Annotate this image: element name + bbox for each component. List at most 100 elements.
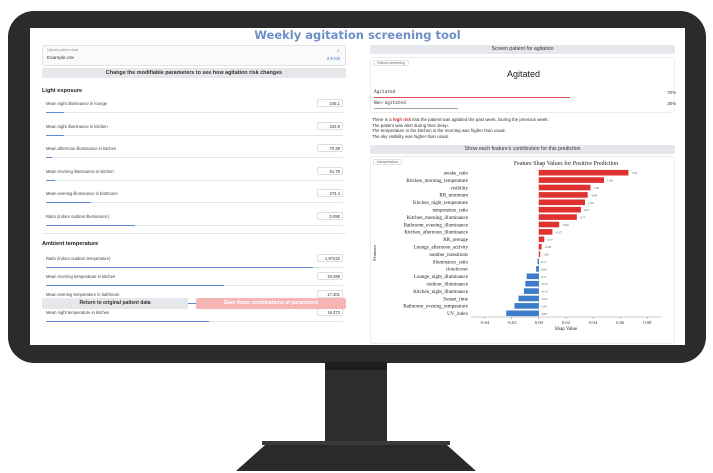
slider-value-input[interactable]: 245.1 xyxy=(317,99,343,107)
shap-value-label: -0.87 xyxy=(541,312,548,316)
shap-bar xyxy=(518,295,539,302)
slider-label: Mean morning temperature in kitchen xyxy=(46,274,116,279)
feature-label: Kitchen_afternoon_illuminance xyxy=(404,231,468,236)
section-divider xyxy=(42,233,346,234)
feature-label: number_transitions xyxy=(429,253,468,258)
app-title: Weekly agitation screening tool xyxy=(254,28,461,42)
interpretation-card: Interpretation Feature Shap Values for P… xyxy=(370,156,675,344)
slider-value-input[interactable]: 19.372 xyxy=(317,308,343,316)
shap-value-label: 1.36 xyxy=(588,201,594,205)
patient-screening-tab: Patient screening xyxy=(373,60,409,66)
shap-value-label: -0.10 xyxy=(541,290,548,294)
y-axis-label: Features xyxy=(372,245,377,261)
feature-label: RR_average xyxy=(443,238,468,243)
shap-bar xyxy=(538,214,577,220)
slider-value-input[interactable]: 0.090 xyxy=(317,211,343,220)
probability-bar xyxy=(374,108,458,110)
return-original-button[interactable]: Return to original patient data xyxy=(42,298,188,309)
slider-value-input[interactable]: 1.97232 xyxy=(317,254,343,262)
shap-chart: Feature Shap Values for Positive Predict… xyxy=(372,160,661,332)
shap-bar xyxy=(538,221,560,228)
risk-text: There is a xyxy=(372,117,393,122)
shap-value-label: -0.62 xyxy=(541,297,548,301)
slider-value-input[interactable]: 17.301 xyxy=(317,290,343,298)
shap-value-label: -0.64 xyxy=(591,193,598,197)
slider-value-input[interactable]: 222.9 xyxy=(317,121,343,130)
prediction-result: Agitated xyxy=(506,69,541,79)
slider-value-input[interactable]: 81.78 xyxy=(317,166,343,175)
feature-label: outdoor_illuminance xyxy=(426,283,468,288)
feature-label: cloudcover xyxy=(446,268,469,273)
shap-bar xyxy=(538,251,541,257)
slider-value-input[interactable]: 19.289 xyxy=(317,272,343,280)
x-tick-label: 0.08 xyxy=(643,320,652,325)
slider-track[interactable] xyxy=(46,112,343,114)
light-slider[interactable]: Mean afternoon illuminance in kitchen 70.… xyxy=(42,144,346,160)
slider-value-input[interactable]: 274.4 xyxy=(317,189,343,197)
x-tick-label: 0.04 xyxy=(589,320,598,325)
probability-row-agitated: Agitated 70% xyxy=(371,89,676,99)
light-slider[interactable]: Ratio (indoor outdoor illuminance) 0.090 xyxy=(42,211,346,228)
light-slider[interactable]: Mean morning illuminance in kitchen 81.78 xyxy=(42,166,346,183)
temperature-slider[interactable]: Mean morning temperature in kitchen 19.28… xyxy=(42,272,346,288)
slider-track[interactable] xyxy=(46,157,343,159)
shap-bar xyxy=(523,288,539,294)
close-icon[interactable]: ✕ xyxy=(337,48,340,53)
ambient-temperature-heading: Ambient temperature xyxy=(42,241,99,247)
slider-track[interactable] xyxy=(46,179,343,181)
parameters-panel: Upload patient data ✕ Example.csv 2.5 KB… xyxy=(42,45,346,323)
x-tick-label: 0.06 xyxy=(616,320,625,325)
light-slider[interactable]: Mean night illuminance in lounge 245.1 xyxy=(42,99,346,115)
light-slider[interactable]: Mean evening illuminance in bathroom 274.… xyxy=(42,189,346,205)
feature-label: Bathroom_evening_illuminance xyxy=(404,223,469,228)
shap-value-label: 0.17 xyxy=(541,260,547,264)
slider-label: Mean morning illuminance in kitchen xyxy=(46,168,114,174)
feature-label: Lounge_night_illuminance xyxy=(414,275,469,280)
shap-bar xyxy=(537,258,539,265)
slider-label: Mean night illuminance in lounge xyxy=(46,101,107,106)
feature-label: Kitchen_night_illuminance xyxy=(413,290,468,295)
feature-label: Bathroom_evening_temperature xyxy=(403,305,468,310)
feature-label: UV_index xyxy=(447,312,468,317)
shap-value-label: 0.17 xyxy=(541,275,547,279)
slider-track[interactable] xyxy=(46,202,343,204)
shap-bar xyxy=(514,303,539,309)
probability-value: 30% xyxy=(667,101,676,106)
feature-contribution-header[interactable]: Show each feature's contribution for thi… xyxy=(370,145,675,154)
slider-label: Mean evening temperature in bathroom xyxy=(46,292,120,297)
shap-value-label: 1.60 xyxy=(543,253,549,257)
light-slider[interactable]: Mean night illuminance in kitchen 222.9 xyxy=(42,121,346,138)
shap-value-label: 1.40 xyxy=(607,179,613,183)
risk-narrative: There is a high risk that the patient wa… xyxy=(372,117,675,139)
narrative-line: The sky visibility was higher than usual… xyxy=(372,133,449,139)
slider-fill xyxy=(46,179,55,181)
probability-label: Non-agitated xyxy=(374,101,406,106)
slider-track[interactable] xyxy=(46,134,343,136)
x-tick-label: -0.02 xyxy=(507,320,517,325)
risk-text: that the patient was agitated the past w… xyxy=(411,117,549,122)
screen-patient-header[interactable]: Screen patient for agitation xyxy=(370,45,675,54)
shap-bar xyxy=(526,273,539,280)
file-upload[interactable]: Upload patient data ✕ Example.csv 2.5 KB xyxy=(42,45,346,66)
slider-fill xyxy=(46,321,210,323)
monitor-neck xyxy=(325,362,387,446)
slider-label: Mean night illuminance in kitchen xyxy=(46,123,108,129)
shap-bar xyxy=(538,199,585,206)
shap-value-label: 0.67 xyxy=(584,208,590,212)
upload-filesize: 2.5 KB xyxy=(326,56,340,61)
slider-fill xyxy=(46,157,52,159)
shap-value-label: -0.27 xyxy=(555,230,562,234)
slider-fill xyxy=(46,285,225,287)
temperature-slider[interactable]: Mean night temperature in kitchen 19.372 xyxy=(42,308,346,324)
modify-parameters-button[interactable]: Change the modifiable parameters to see … xyxy=(42,68,346,78)
shap-value-label: 1.26 xyxy=(593,186,599,190)
feature-label: Lounge_afternoon_activity xyxy=(414,246,469,251)
temperature-slider[interactable]: Ratio (indoor outdoor temperature) 1.9723… xyxy=(42,254,346,270)
shap-bar xyxy=(536,266,539,272)
shap-bar xyxy=(538,236,545,243)
feature-label: Kitchen_morning_temperature xyxy=(406,179,468,184)
save-parameters-button[interactable]: Save these combinations of parameters xyxy=(196,298,346,309)
slider-label: Mean evening illuminance in bathroom xyxy=(46,191,118,196)
slider-fill xyxy=(46,267,314,269)
slider-value-input[interactable]: 70.39 xyxy=(317,144,343,152)
